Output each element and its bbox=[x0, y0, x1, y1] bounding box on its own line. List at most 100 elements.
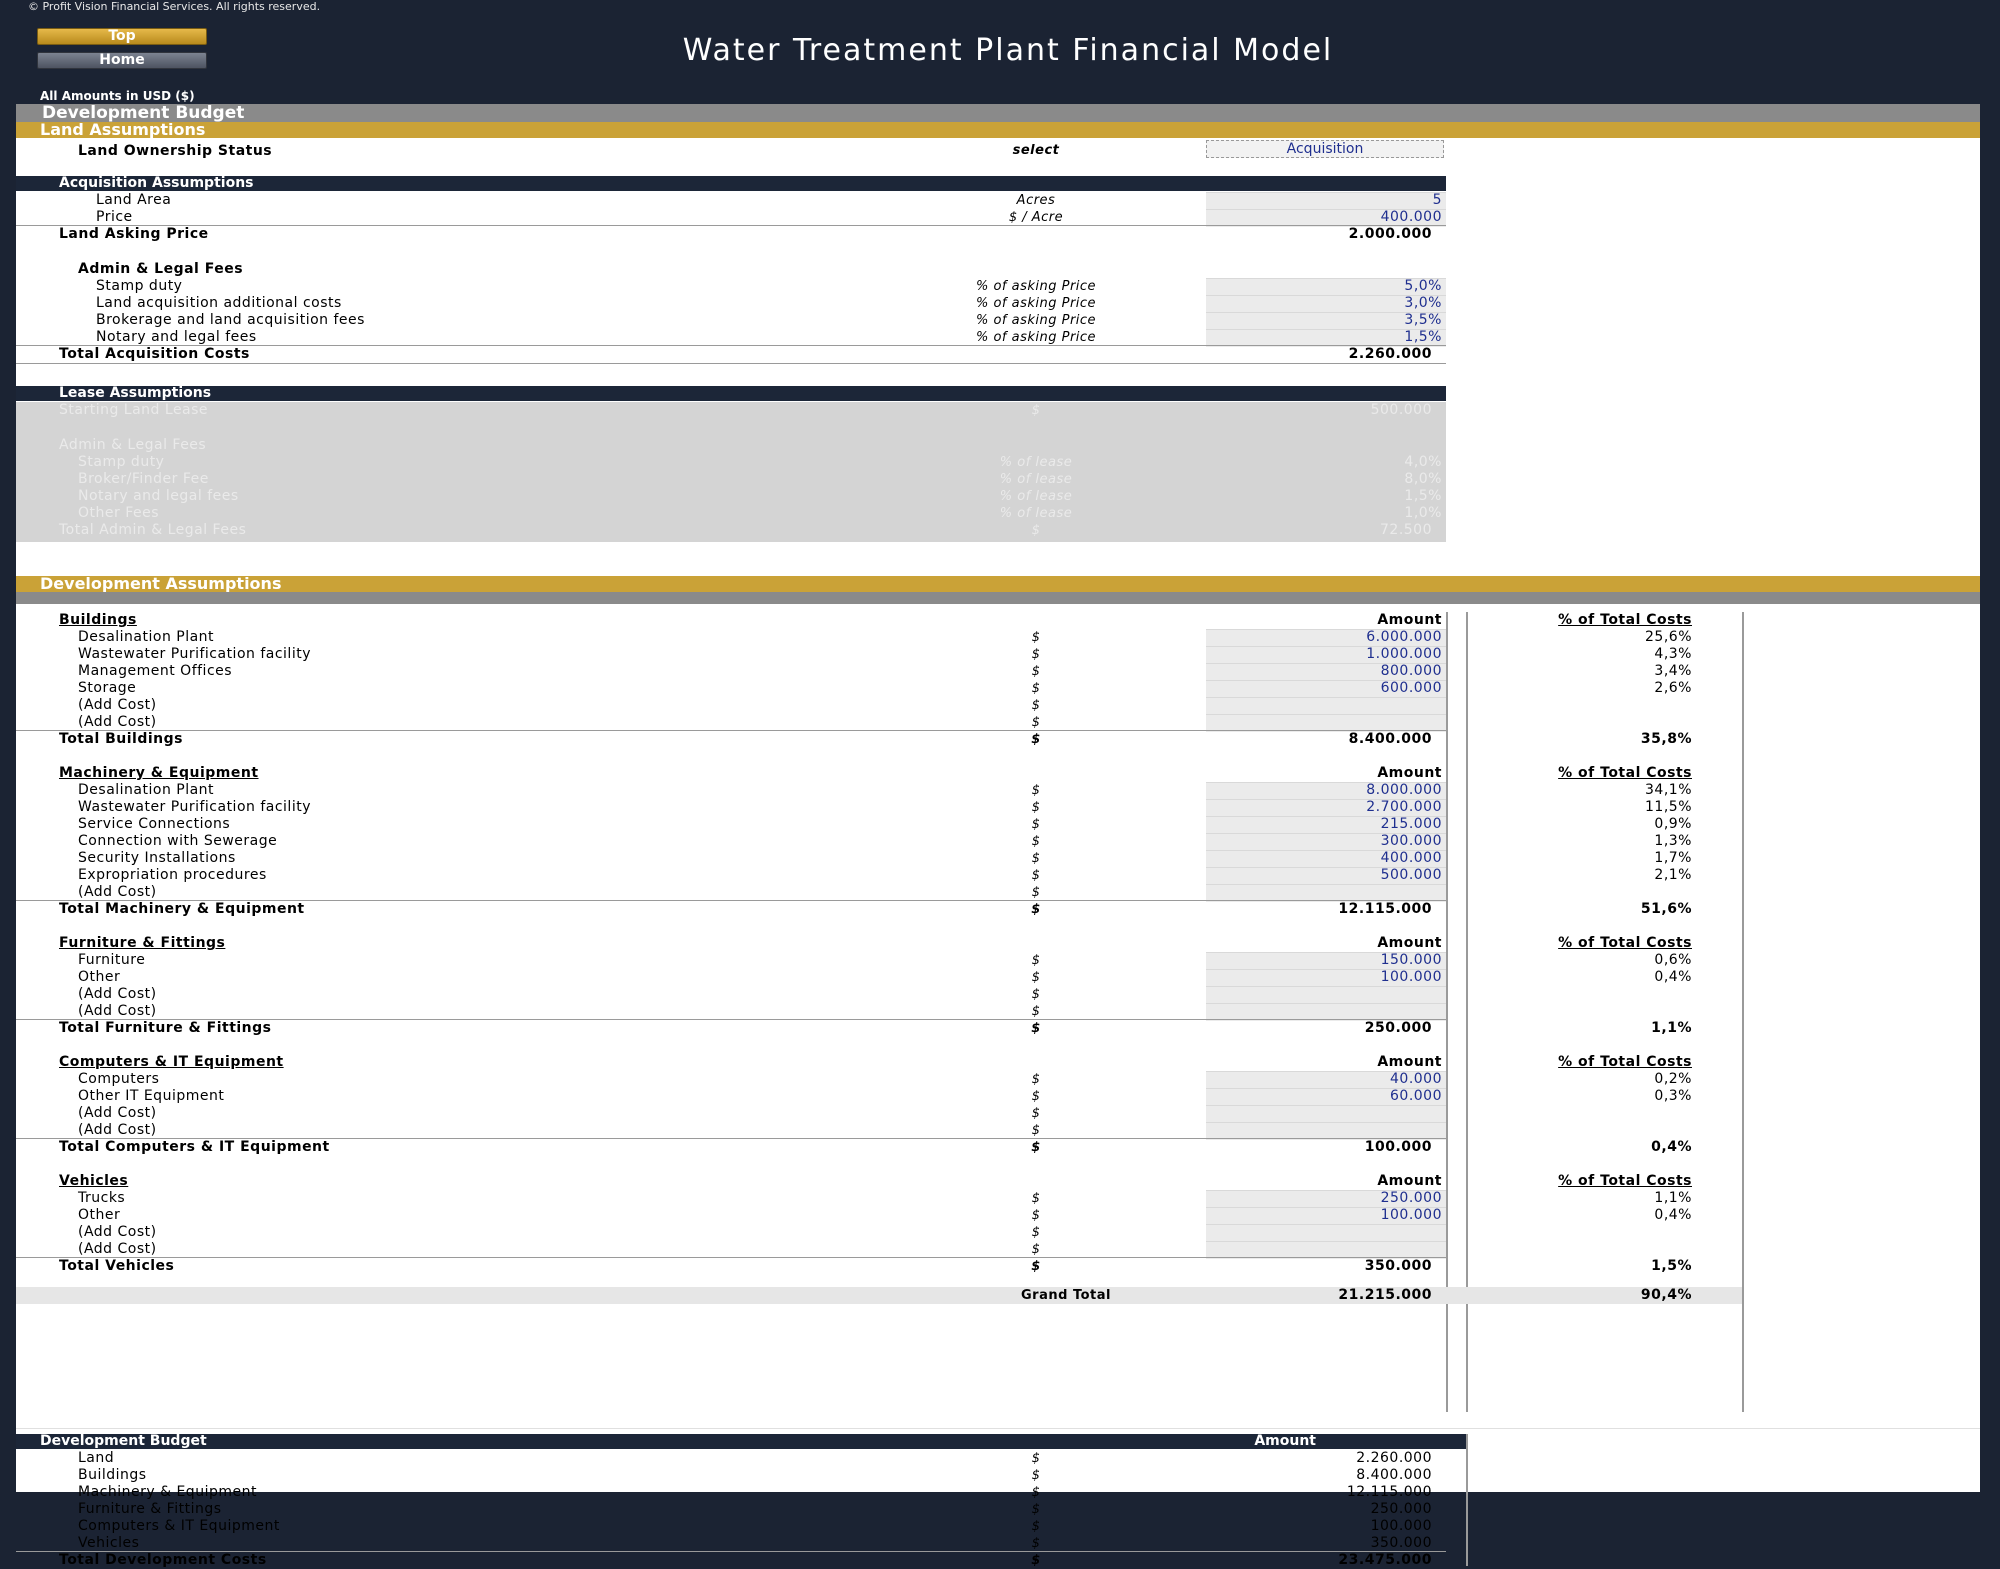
row-unit: % of lease bbox=[999, 506, 1073, 521]
row-label: Connection with Sewerage bbox=[78, 833, 278, 849]
row-value: 1,0% bbox=[1404, 505, 1442, 521]
row-value[interactable]: 3,0% bbox=[1206, 295, 1442, 312]
row-unit: $ bbox=[1031, 1553, 1041, 1568]
row-amount[interactable]: 60.000 bbox=[1206, 1088, 1442, 1105]
input-cell[interactable] bbox=[1206, 1224, 1446, 1242]
cost-row: Furniture $150.000 0,6% bbox=[16, 952, 1692, 970]
row-pct: 1,1% bbox=[1651, 1020, 1692, 1036]
row-label: Other bbox=[78, 1207, 121, 1223]
land-ownership-select[interactable]: Acquisition bbox=[1206, 140, 1444, 158]
cost-row: Management Offices $800.000 3,4% bbox=[16, 663, 1692, 681]
amount-header: Amount bbox=[1377, 612, 1442, 628]
row-unit: $ bbox=[1031, 1502, 1041, 1517]
summary-total-row: Total Development Costs $23.475.000 bbox=[16, 1552, 1446, 1569]
row-amount[interactable]: 250.000 bbox=[1206, 1190, 1442, 1207]
cost-row: (Add Cost) $ bbox=[16, 1224, 1446, 1242]
category-total-row: Total Buildings $8.400.000 35,8% bbox=[16, 731, 1692, 748]
row-amount[interactable]: 150.000 bbox=[1206, 952, 1442, 969]
row-unit: $ bbox=[1031, 817, 1041, 832]
cost-row: Desalination Plant $6.000.000 25,6% bbox=[16, 629, 1692, 647]
pct-header-label: % of Total Costs bbox=[1558, 1173, 1692, 1189]
category-title: Buildings bbox=[59, 612, 137, 628]
category-header-row: Furniture & Fittings Amount % of Total Cos… bbox=[16, 935, 1692, 952]
input-cell[interactable] bbox=[1206, 1105, 1446, 1123]
row-pct: 1,1% bbox=[1654, 1190, 1692, 1206]
row-amount[interactable]: 400.000 bbox=[1206, 850, 1442, 867]
row-unit: $ bbox=[1031, 1208, 1041, 1223]
row-value[interactable]: 1,5% bbox=[1206, 329, 1442, 346]
row-amount[interactable]: 6.000.000 bbox=[1206, 629, 1442, 646]
pct-header-label: % of Total Costs bbox=[1558, 1054, 1692, 1070]
cost-row: Other IT Equipment $60.000 0,3% bbox=[16, 1088, 1692, 1106]
row-label: (Add Cost) bbox=[78, 1122, 157, 1138]
row-unit: $ bbox=[1031, 732, 1041, 747]
row-value[interactable]: 5,0% bbox=[1206, 278, 1442, 295]
page-title: Water Treatment Plant Financial Model bbox=[682, 33, 1334, 68]
section-title: Land Assumptions bbox=[40, 120, 206, 139]
row-label: Total Furniture & Fittings bbox=[59, 1020, 272, 1036]
row-unit: $ bbox=[1031, 1451, 1041, 1466]
pct-header: % of Total Costs bbox=[1466, 1054, 1692, 1071]
row-label: Trucks bbox=[78, 1190, 126, 1206]
row-pct: 34,1% bbox=[1645, 782, 1692, 798]
summary-row: Computers & IT Equipment $100.000 bbox=[16, 1518, 1446, 1535]
row-amount[interactable]: 1.000.000 bbox=[1206, 646, 1442, 663]
row-amount[interactable]: 8.000.000 bbox=[1206, 782, 1442, 799]
pct-header-label: % of Total Costs bbox=[1558, 765, 1692, 781]
row-amount[interactable]: 215.000 bbox=[1206, 816, 1442, 833]
row-label: Security Installations bbox=[78, 850, 236, 866]
row-label: Total Vehicles bbox=[59, 1258, 175, 1274]
row-label: Service Connections bbox=[78, 816, 231, 832]
input-cell[interactable] bbox=[1206, 986, 1446, 1004]
row-label: Land acquisition additional costs bbox=[96, 295, 342, 311]
row-unit: $ bbox=[1031, 1106, 1041, 1121]
row-label: Brokerage and land acquisition fees bbox=[96, 312, 365, 328]
category-header-row: Computers & IT Equipment Amount % of Total… bbox=[16, 1054, 1692, 1071]
lease-fee-row: Stamp duty % of lease 4,0% bbox=[16, 454, 1446, 471]
row-label: Machinery & Equipment bbox=[78, 1484, 257, 1500]
cost-row: Security Installations $400.000 1,7% bbox=[16, 850, 1692, 868]
row-unit: % of asking Price bbox=[975, 296, 1097, 311]
row-amount[interactable]: 800.000 bbox=[1206, 663, 1442, 680]
row-label: Furniture & Fittings bbox=[78, 1501, 222, 1517]
row-amount[interactable]: 600.000 bbox=[1206, 680, 1442, 697]
cost-row: (Add Cost) $ bbox=[16, 697, 1446, 715]
row-label: Total Computers & IT Equipment bbox=[59, 1139, 330, 1155]
row-unit: $ bbox=[1031, 800, 1041, 815]
row-amount[interactable]: 40.000 bbox=[1206, 1071, 1442, 1088]
row-label: Land Area bbox=[96, 192, 172, 208]
category-header-row: Machinery & Equipment Amount % of Total Co… bbox=[16, 765, 1692, 782]
row-value[interactable]: 3,5% bbox=[1206, 312, 1442, 329]
summary-header-label: Development Budget bbox=[40, 1433, 207, 1449]
category-total-row: Total Furniture & Fittings $250.000 1,1% bbox=[16, 1020, 1692, 1037]
row-amount[interactable]: 100.000 bbox=[1206, 1207, 1442, 1224]
row-pct: 1,3% bbox=[1654, 833, 1692, 849]
row-value: 12.115.000 bbox=[1346, 1484, 1432, 1500]
row-pct: 0,4% bbox=[1651, 1139, 1692, 1155]
row-label: Computers & IT Equipment bbox=[78, 1518, 280, 1534]
row-amount[interactable]: 2.700.000 bbox=[1206, 799, 1442, 816]
row-pct: 35,8% bbox=[1640, 731, 1692, 747]
row-unit: $ bbox=[1031, 851, 1041, 866]
row-amount[interactable]: 100.000 bbox=[1206, 969, 1442, 986]
total-acquisition-row: Total Acquisition Costs 2.260.000 bbox=[16, 346, 1446, 363]
cost-row: (Add Cost) $ bbox=[16, 714, 1446, 732]
row-unit: $ bbox=[1031, 987, 1041, 1002]
row-value[interactable]: 5 bbox=[1206, 192, 1442, 209]
input-cell[interactable] bbox=[1206, 697, 1446, 715]
cost-row: Service Connections $215.000 0,9% bbox=[16, 816, 1692, 834]
row-value: 8.400.000 bbox=[1356, 1467, 1432, 1483]
row-unit: $ bbox=[1031, 1519, 1041, 1534]
cost-row: (Add Cost) $ bbox=[16, 1003, 1446, 1021]
pct-header: % of Total Costs bbox=[1466, 612, 1692, 629]
row-value[interactable]: 400.000 bbox=[1206, 209, 1442, 226]
row-amount[interactable]: 500.000 bbox=[1206, 867, 1442, 884]
cost-row: Trucks $250.000 1,1% bbox=[16, 1190, 1692, 1208]
amount-header: Amount bbox=[1377, 765, 1442, 781]
row-unit: $ bbox=[1031, 630, 1041, 645]
row-amount[interactable]: 300.000 bbox=[1206, 833, 1442, 850]
row-pct: 0,9% bbox=[1654, 816, 1692, 832]
row-label: Desalination Plant bbox=[78, 782, 215, 798]
row-unit: $ bbox=[1031, 523, 1041, 538]
pct-header: % of Total Costs bbox=[1466, 765, 1692, 782]
